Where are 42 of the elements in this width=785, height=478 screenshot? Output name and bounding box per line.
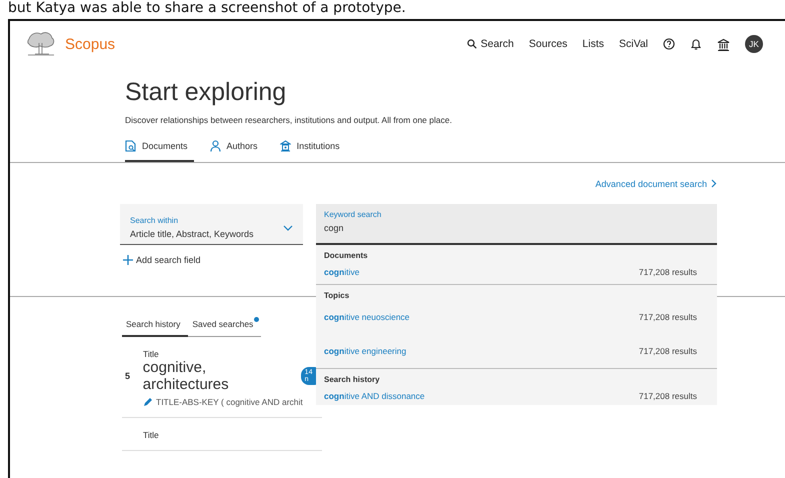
history-item-label: Title bbox=[143, 430, 160, 440]
suggestion-item[interactable]: cognitive engineering 717,208 results bbox=[316, 334, 717, 368]
institution-icon bbox=[280, 140, 291, 152]
history-tab[interactable]: Search history bbox=[122, 317, 188, 337]
caption-text: but Katya was able to share a screenshot of a prototype. bbox=[7, 0, 407, 18]
brand-name: Scopus bbox=[65, 36, 116, 52]
search-type-tab[interactable]: Authors bbox=[210, 137, 264, 162]
section-heading: Search history bbox=[323, 375, 381, 384]
institution-icon[interactable] bbox=[717, 38, 730, 50]
keyword-search-field[interactable]: Keyword search cogn bbox=[316, 204, 717, 245]
plus-icon bbox=[123, 255, 133, 265]
suggestion-item[interactable]: cognitive 717,208 results bbox=[316, 260, 717, 284]
history-query: TITLE-ABS-KEY ( cognitive AND archit bbox=[156, 397, 303, 407]
suggestion-item[interactable]: cognitive neuoscience 717,208 results bbox=[316, 300, 717, 334]
person-icon bbox=[210, 140, 221, 152]
search-type-tab[interactable]: Documents bbox=[125, 137, 194, 162]
history-number: 5 bbox=[125, 371, 132, 381]
chevron-right-icon bbox=[711, 179, 717, 188]
help-icon[interactable] bbox=[663, 38, 675, 50]
page-description: Discover relationships between researchers, institutions and output. All from one place. bbox=[125, 115, 453, 125]
nav-link[interactable]: Search bbox=[466, 38, 514, 50]
document-icon bbox=[125, 140, 136, 152]
nav-link[interactable]: SciVal bbox=[619, 38, 648, 50]
search-icon bbox=[466, 39, 477, 49]
bell-icon[interactable] bbox=[690, 38, 702, 50]
search-type-tab[interactable]: Institutions bbox=[280, 137, 346, 162]
chevron-down-icon bbox=[283, 224, 293, 230]
add-search-field-link[interactable]: Add search field bbox=[123, 255, 303, 265]
section-heading: Documents bbox=[323, 251, 369, 260]
history-tab[interactable]: Saved searches bbox=[188, 317, 262, 337]
history-title[interactable]: cognitive, architectures bbox=[142, 359, 293, 393]
advanced-search-link[interactable]: Advanced document search bbox=[595, 180, 717, 187]
tree-logo-icon bbox=[25, 31, 57, 57]
search-within-dropdown[interactable]: Search within Article title, Abstract, Keywords bbox=[120, 204, 303, 245]
pencil-icon[interactable] bbox=[143, 398, 152, 406]
user-avatar[interactable]: JK bbox=[745, 35, 763, 53]
section-heading: Topics bbox=[323, 291, 350, 300]
nav-link[interactable]: Lists bbox=[582, 38, 604, 50]
page-title: Start exploring bbox=[125, 77, 288, 107]
suggestion-item[interactable]: cognitive AND dissonance 717,208 results bbox=[316, 384, 717, 405]
history-item-label: Title bbox=[143, 349, 160, 359]
nav-link[interactable]: Sources bbox=[528, 38, 568, 50]
